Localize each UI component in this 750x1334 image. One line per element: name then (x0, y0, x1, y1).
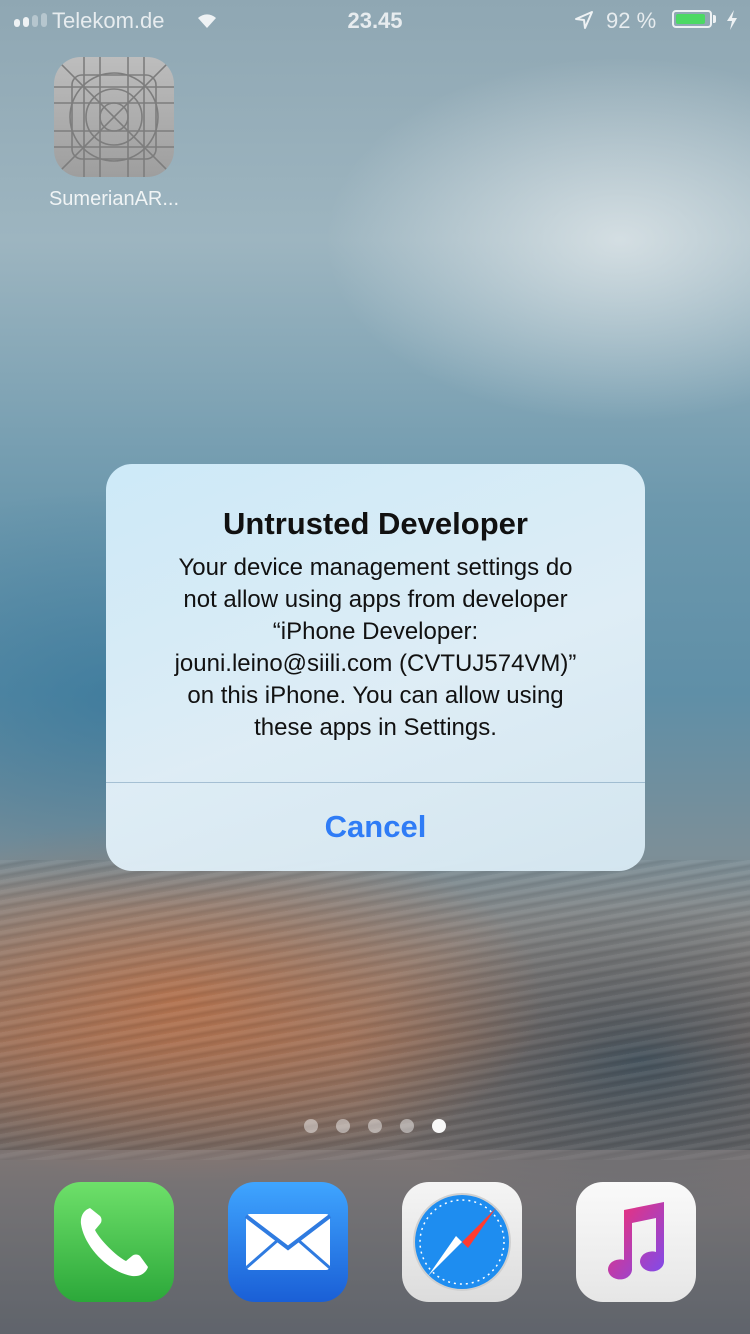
alert-message: Your device management settings do not a… (174, 554, 577, 741)
music-app[interactable] (576, 1182, 696, 1302)
sumerian-ar-app-icon[interactable] (54, 57, 174, 177)
status-bar: Telekom.de 23.45 92 % (0, 0, 750, 40)
page-dot (368, 1119, 382, 1133)
page-indicator[interactable] (304, 1119, 446, 1133)
page-dot (400, 1119, 414, 1133)
page-dot (336, 1119, 350, 1133)
placeholder-app-icon (54, 57, 174, 177)
music-note-icon (608, 1202, 664, 1280)
page-dot-active (432, 1119, 446, 1133)
safari-app[interactable] (402, 1182, 522, 1302)
battery-tip (713, 15, 716, 23)
cancel-button[interactable]: Cancel (106, 783, 645, 871)
location-arrow-icon (575, 11, 593, 29)
phone-app[interactable] (54, 1182, 174, 1302)
battery-icon (672, 10, 712, 28)
mail-icon (244, 1214, 332, 1270)
page-dot (304, 1119, 318, 1133)
charging-bolt-icon (727, 10, 737, 30)
wallpaper-ripples (0, 860, 750, 1160)
phone-icon (80, 1208, 148, 1277)
mail-app[interactable] (228, 1182, 348, 1302)
alert-title: Untrusted Developer (223, 506, 528, 541)
battery-percentage: 92 % (606, 8, 657, 33)
safari-compass-icon (413, 1193, 511, 1291)
untrusted-developer-alert: Untrusted Developer Your device manageme… (106, 464, 645, 871)
app-label: SumerianAR... (48, 188, 180, 210)
